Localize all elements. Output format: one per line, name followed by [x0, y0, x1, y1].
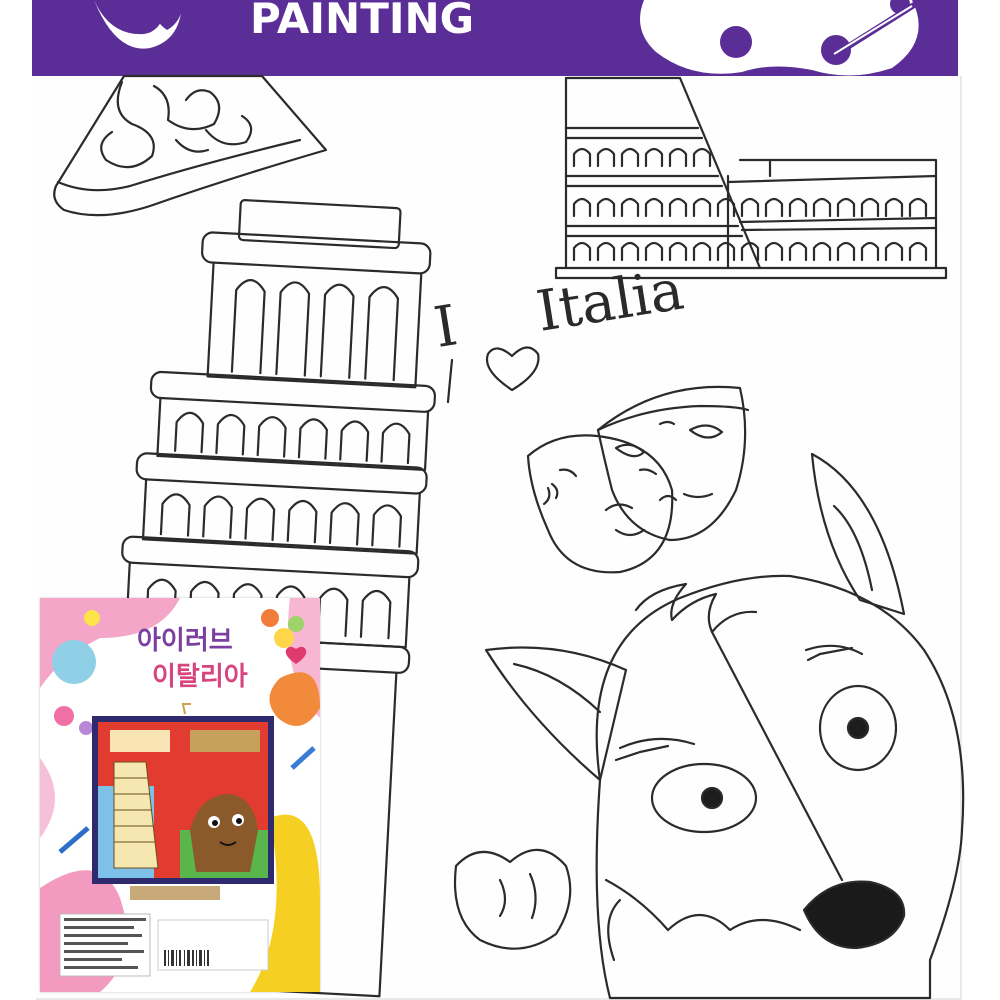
- package-title-line2: 이탈리아: [152, 662, 248, 692]
- slogan-flourish: [446, 358, 454, 404]
- colosseum-icon: [554, 76, 948, 280]
- heart-icon: [485, 346, 540, 392]
- package-heart-icon: [285, 646, 307, 664]
- product-package: 아이러브 이탈리아: [40, 598, 320, 992]
- fox-icon: [453, 452, 965, 1000]
- pizza-slice-icon: [53, 74, 328, 217]
- package-title-line1: 아이러브: [137, 626, 233, 656]
- theater-masks-icon: [526, 385, 750, 574]
- product-canvas: PAINTING I Italia 아이러브 이탈리아: [0, 0, 1000, 1000]
